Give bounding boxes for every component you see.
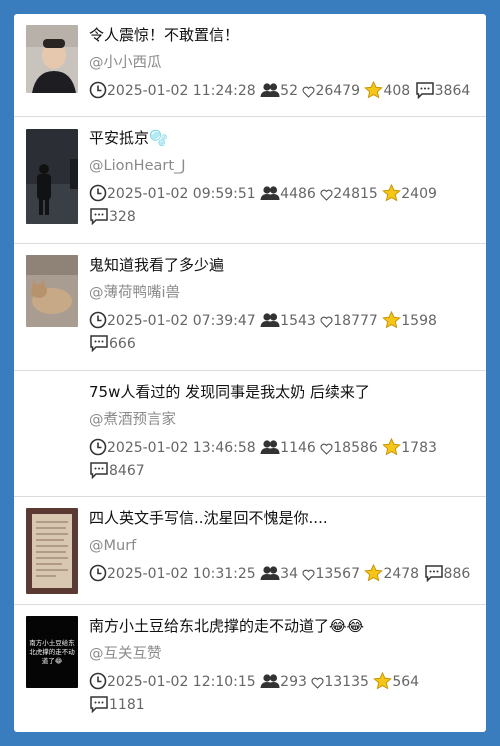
publish-time: 2025-01-02 07:39:47 [107, 313, 256, 329]
video-title[interactable]: 鬼知道我看了多少遍 [89, 254, 476, 276]
video-title[interactable]: 令人震惊！不敢置信！ [89, 24, 476, 46]
clock-icon [89, 672, 107, 690]
publish-time: 2025-01-02 09:59:51 [107, 186, 256, 202]
video-thumbnail[interactable] [26, 25, 78, 93]
comment-count: 886 [443, 566, 471, 582]
feed-item[interactable]: 南方小土豆给东北虎撑的走不动道了😂 南方小土豆给东北虎撑的走不动道了😂😂 @互关… [14, 605, 486, 732]
publish-time: 2025-01-02 10:31:25 [107, 566, 256, 582]
video-title[interactable]: 75w人看过的 发现同事是我太奶 后续来了 [89, 381, 476, 403]
users-icon [260, 186, 280, 200]
star-icon [382, 310, 402, 329]
clock-icon [89, 311, 107, 329]
video-title[interactable]: 平安抵京🫧 [89, 127, 476, 149]
publish-time: 2025-01-02 12:10:15 [107, 674, 256, 690]
clock-icon [89, 81, 107, 99]
users-icon [260, 83, 280, 97]
heart-icon [302, 569, 315, 581]
favorite-count: 2478 [383, 566, 420, 582]
like-count: 13567 [315, 566, 360, 582]
comment-count: 328 [109, 209, 136, 225]
video-stats: 2025-01-02 10:31:25 34 13567 2478 886 [89, 563, 476, 586]
feed-item[interactable]: 平安抵京🫧 @LionHeart_J 2025-01-02 09:59:51 4… [14, 117, 486, 244]
publish-time: 2025-01-02 13:46:58 [107, 440, 256, 456]
comment-icon [90, 335, 108, 353]
favorite-count: 408 [383, 83, 411, 99]
video-thumbnail[interactable] [26, 255, 78, 327]
star-icon [364, 80, 384, 99]
like-count: 24815 [333, 186, 378, 202]
viewer-count: 34 [280, 566, 298, 582]
like-count: 26479 [315, 83, 360, 99]
author-handle[interactable]: @煮酒预言家 [89, 409, 476, 431]
viewer-count: 1146 [280, 440, 316, 456]
feed-item[interactable]: 四人英文手写信..沈星回不愧是你.... @Murf 2025-01-02 10… [14, 497, 486, 605]
clock-icon [89, 184, 107, 202]
video-thumbnail[interactable]: 南方小土豆给东北虎撑的走不动道了😂 [26, 616, 78, 688]
comment-icon [90, 462, 108, 480]
users-icon [260, 674, 280, 688]
viewer-count: 52 [280, 83, 298, 99]
video-stats: 2025-01-02 11:24:28 52 26479 408 3864 [89, 80, 476, 103]
feed-item[interactable]: 鬼知道我看了多少遍 @薄荷鸭嘴i兽 2025-01-02 07:39:47 15… [14, 244, 486, 371]
video-feed: 令人震惊！不敢置信！ @小小西瓜 2025-01-02 11:24:28 52 … [14, 14, 486, 732]
comment-icon [90, 696, 108, 714]
heart-icon [320, 443, 333, 455]
star-icon [364, 563, 384, 582]
like-count: 18586 [333, 440, 378, 456]
video-stats: 2025-01-02 07:39:47 1543 18777 1598 666 [89, 310, 476, 356]
favorite-count: 1783 [401, 440, 437, 456]
author-handle[interactable]: @Murf [89, 535, 476, 557]
viewer-count: 1543 [280, 313, 316, 329]
heart-icon [320, 189, 333, 201]
star-icon [382, 183, 402, 202]
author-handle[interactable]: @薄荷鸭嘴i兽 [89, 282, 476, 304]
heart-icon [302, 86, 315, 98]
favorite-count: 1598 [401, 313, 437, 329]
comment-count: 666 [109, 336, 136, 352]
thumbnail-caption: 南方小土豆给东北虎撑的走不动道了😂 [29, 639, 75, 665]
video-title[interactable]: 四人英文手写信..沈星回不愧是你.... [89, 507, 476, 529]
heart-icon [320, 316, 333, 328]
video-stats: 2025-01-02 12:10:15 293 13135 564 1181 [89, 671, 476, 717]
comment-icon [424, 565, 443, 583]
comment-count: 3864 [434, 83, 471, 99]
video-thumbnail[interactable] [26, 129, 78, 224]
users-icon [260, 313, 280, 327]
favorite-count: 564 [392, 674, 420, 690]
video-title[interactable]: 南方小土豆给东北虎撑的走不动道了😂😂 [89, 615, 476, 637]
clock-icon [89, 438, 107, 456]
star-icon [382, 437, 402, 456]
author-handle[interactable]: @LionHeart_J [89, 155, 476, 177]
clock-icon [89, 564, 107, 582]
feed-item[interactable]: 令人震惊！不敢置信！ @小小西瓜 2025-01-02 11:24:28 52 … [14, 14, 486, 117]
like-count: 18777 [333, 313, 378, 329]
comment-icon [90, 208, 108, 226]
author-handle[interactable]: @小小西瓜 [89, 52, 476, 74]
video-stats: 2025-01-02 09:59:51 4486 24815 2409 328 [89, 183, 476, 229]
publish-time: 2025-01-02 11:24:28 [107, 83, 256, 99]
like-count: 13135 [324, 674, 369, 690]
video-thumbnail[interactable] [26, 508, 78, 594]
comment-count: 1181 [109, 697, 145, 713]
viewer-count: 4486 [280, 186, 316, 202]
heart-icon [311, 677, 324, 689]
comment-count: 8467 [109, 463, 145, 479]
users-icon [260, 566, 280, 580]
video-stats: 2025-01-02 13:46:58 1146 18586 1783 8467 [89, 437, 476, 483]
author-handle[interactable]: @互关互赞 [89, 643, 476, 665]
feed-item[interactable]: 75w人看过的 发现同事是我太奶 后续来了 @煮酒预言家 2025-01-02 … [14, 371, 486, 497]
viewer-count: 293 [280, 674, 307, 690]
favorite-count: 2409 [401, 186, 437, 202]
comment-icon [415, 82, 434, 100]
star-icon [373, 671, 393, 690]
users-icon [260, 440, 280, 454]
